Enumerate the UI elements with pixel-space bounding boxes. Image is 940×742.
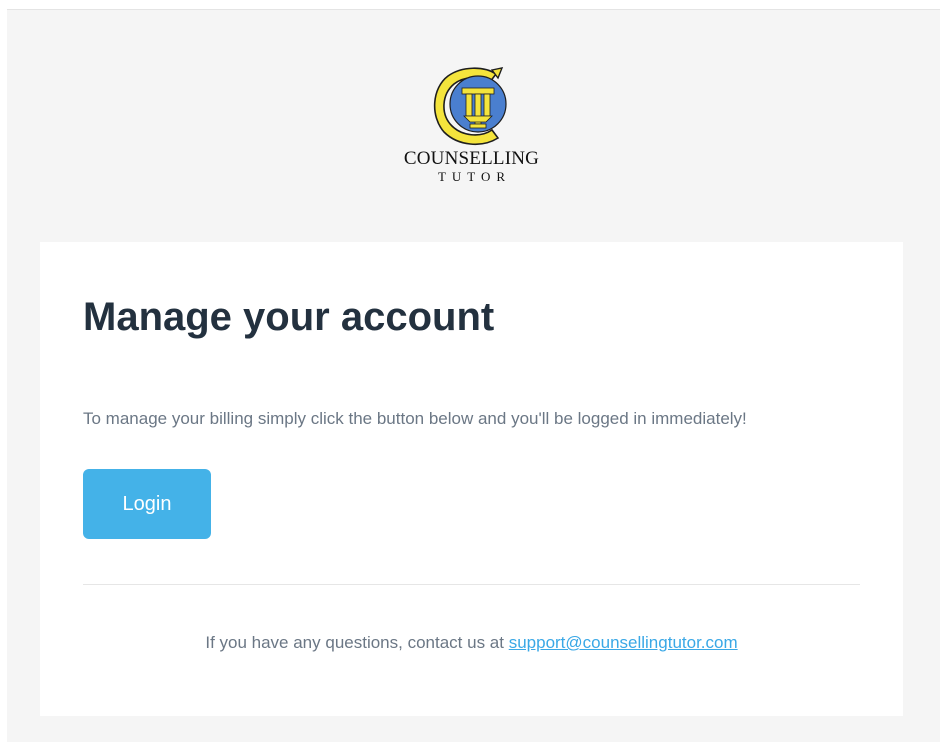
account-card: Manage your account To manage your billi…	[40, 242, 903, 716]
support-footer-text: If you have any questions, contact us at	[205, 633, 509, 652]
support-email-link[interactable]: support@counsellingtutor.com	[509, 633, 738, 652]
counselling-tutor-logo-icon	[433, 67, 507, 145]
billing-instructions: To manage your billing simply click the …	[83, 409, 747, 428]
divider	[83, 584, 860, 585]
login-button[interactable]: Login	[83, 469, 211, 539]
support-footer: If you have any questions, contact us at…	[40, 631, 903, 655]
brand-logo: COUNSELLING TUTOR	[7, 64, 936, 184]
page-title: Manage your account	[83, 295, 495, 339]
brand-name-line-2: TUTOR	[437, 169, 512, 184]
brand-name-line-1: COUNSELLING	[403, 148, 540, 169]
email-frame: COUNSELLING TUTOR Manage your account To…	[7, 9, 940, 742]
